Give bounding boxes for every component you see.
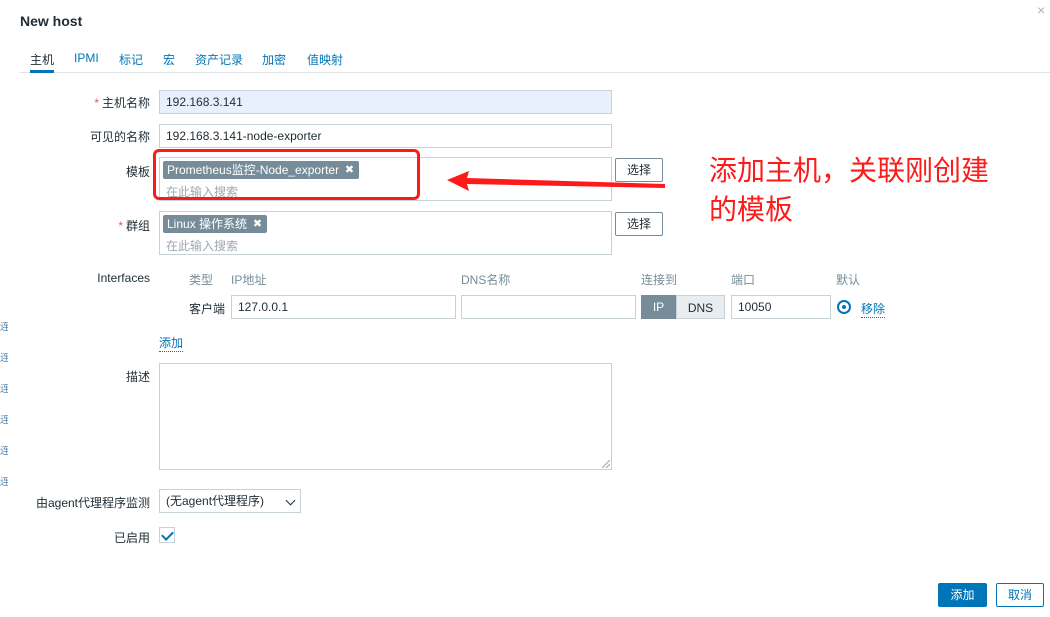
required-marker: * bbox=[118, 219, 123, 233]
annotation-highlight-box bbox=[153, 149, 420, 200]
dialog-title: New host bbox=[20, 13, 83, 29]
col-port: 端口 bbox=[731, 273, 756, 287]
description-label: 描述 bbox=[125, 370, 150, 384]
check-icon bbox=[161, 528, 174, 541]
enabled-checkbox[interactable] bbox=[159, 527, 175, 543]
resize-grip-icon bbox=[602, 460, 610, 468]
annotation-text-line2: 的模板 bbox=[709, 194, 794, 225]
tab-macros[interactable]: 宏 bbox=[163, 51, 175, 71]
radio-selected-dot bbox=[842, 305, 846, 309]
col-connect: 连接到 bbox=[641, 273, 678, 287]
templates-label: 模板 bbox=[125, 165, 150, 179]
group-chip-label: Linux 操作系统 bbox=[167, 217, 248, 231]
required-marker: * bbox=[94, 96, 99, 110]
visible-name-label: 可见的名称 bbox=[89, 130, 150, 144]
host-name-label: * 主机名称 bbox=[20, 94, 150, 111]
groups-label-text: 群组 bbox=[125, 219, 150, 233]
interface-dns-input[interactable] bbox=[461, 295, 636, 319]
annotation-text-line1: 添加主机，关联刚创建 bbox=[709, 155, 990, 186]
host-name-label-text: 主机名称 bbox=[101, 96, 150, 110]
description-textarea[interactable] bbox=[159, 363, 612, 470]
background-text: 连 bbox=[0, 384, 8, 395]
tab-encryption[interactable]: 加密 bbox=[262, 51, 286, 71]
tab-value-mapping[interactable]: 值映射 bbox=[307, 51, 343, 71]
tab-host[interactable]: 主机 bbox=[30, 51, 55, 73]
tab-inventory[interactable]: 资产记录 bbox=[195, 51, 243, 71]
annotation-arrow-icon bbox=[447, 171, 665, 191]
enabled-label: 已启用 bbox=[113, 531, 150, 545]
remove-chip-icon[interactable]: ✖ bbox=[253, 215, 262, 233]
groups-label: * 群组 bbox=[20, 217, 150, 234]
close-icon[interactable]: × bbox=[1037, 3, 1050, 17]
groups-multiselect[interactable]: Linux 操作系统 ✖ 在此输入搜索 bbox=[159, 211, 612, 255]
group-chip: Linux 操作系统 ✖ bbox=[163, 215, 268, 233]
col-type: 类型 bbox=[189, 273, 214, 287]
interface-port-input[interactable]: 10050 bbox=[731, 295, 831, 319]
chevron-down-icon bbox=[285, 495, 296, 506]
background-text: 连 bbox=[0, 477, 8, 488]
proxy-select[interactable]: (无agent代理程序) bbox=[159, 489, 301, 513]
host-name-input[interactable]: 192.168.3.141 bbox=[159, 90, 612, 114]
background-text: 连 bbox=[0, 415, 8, 426]
tab-ipmi[interactable]: IPMI bbox=[74, 51, 99, 71]
tab-tags[interactable]: 标记 bbox=[119, 51, 143, 71]
connect-dns-button[interactable]: DNS bbox=[676, 295, 725, 319]
connect-ip-button[interactable]: IP bbox=[641, 295, 676, 319]
groups-search-input[interactable]: 在此输入搜索 bbox=[166, 237, 238, 254]
col-default: 默认 bbox=[836, 273, 861, 287]
background-text: 连 bbox=[0, 322, 8, 333]
groups-select-button[interactable]: 选择 bbox=[615, 212, 663, 236]
interfaces-label: Interfaces bbox=[97, 271, 150, 285]
add-interface-link[interactable]: 添加 bbox=[159, 334, 184, 352]
background-text: 连 bbox=[0, 446, 8, 457]
default-interface-radio[interactable] bbox=[837, 300, 851, 314]
proxy-label: 由agent代理程序监测 bbox=[35, 496, 150, 510]
remove-interface-link[interactable]: 移除 bbox=[861, 300, 886, 318]
add-button[interactable]: 添加 bbox=[938, 583, 987, 607]
visible-name-input[interactable]: 192.168.3.141-node-exporter bbox=[159, 124, 612, 148]
col-dns: DNS名称 bbox=[461, 273, 511, 287]
interface-ip-input[interactable]: 127.0.0.1 bbox=[231, 295, 456, 319]
textarea-resize-handle[interactable] bbox=[602, 460, 611, 469]
cancel-button[interactable]: 取消 bbox=[996, 583, 1044, 607]
background-text: 连 bbox=[0, 353, 8, 364]
interface-type: 客户端 bbox=[189, 302, 226, 316]
background-page-strip: 连 连 连 连 连 连 bbox=[0, 300, 8, 560]
proxy-select-value: (无agent代理程序) bbox=[166, 494, 265, 508]
col-ip: IP地址 bbox=[231, 273, 267, 287]
tab-bar: 主机 IPMI 标记 宏 资产记录 加密 值映射 bbox=[20, 48, 1050, 73]
